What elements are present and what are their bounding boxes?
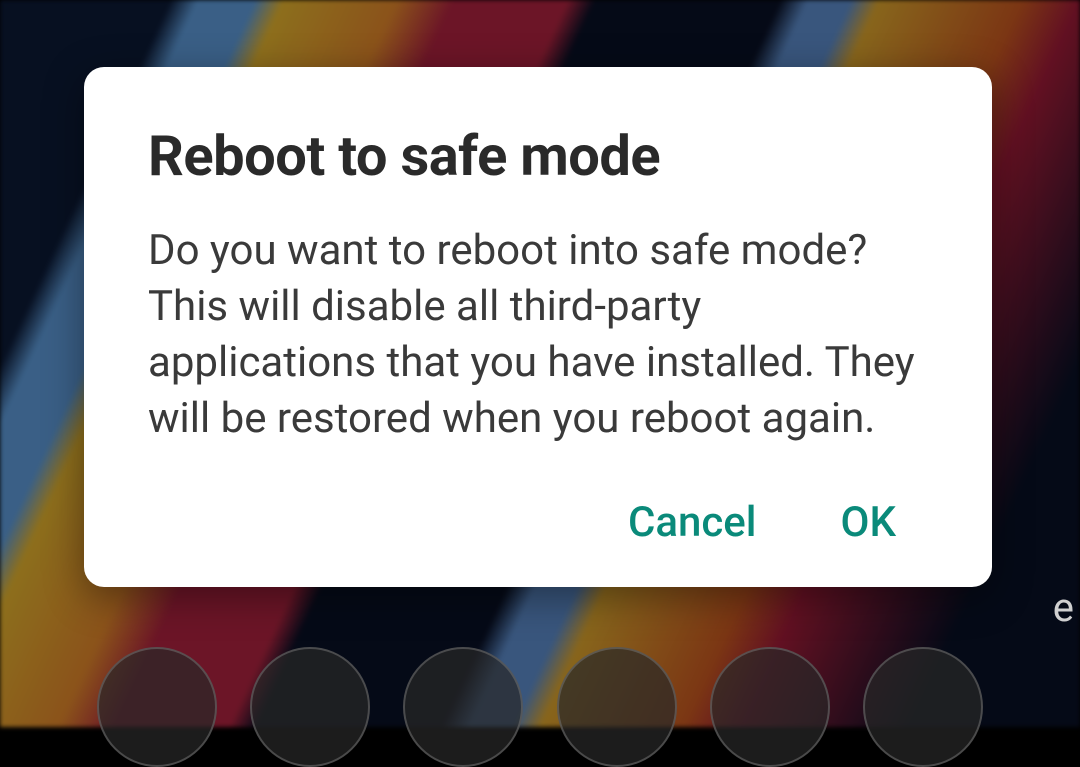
background-text-fragment: e xyxy=(1053,584,1074,631)
app-icon xyxy=(557,647,677,767)
app-icon xyxy=(250,647,370,767)
app-dock xyxy=(0,647,1080,767)
app-icon xyxy=(710,647,830,767)
dialog-message: Do you want to reboot into safe mode? Th… xyxy=(148,223,928,446)
cancel-button[interactable]: Cancel xyxy=(620,494,765,551)
safe-mode-dialog: Reboot to safe mode Do you want to reboo… xyxy=(84,67,992,587)
app-icon xyxy=(403,647,523,767)
dialog-title: Reboot to safe mode xyxy=(148,123,928,189)
ok-button[interactable]: OK xyxy=(833,494,904,551)
dialog-actions: Cancel OK xyxy=(148,494,928,551)
app-icon xyxy=(863,647,983,767)
app-icon xyxy=(97,647,217,767)
